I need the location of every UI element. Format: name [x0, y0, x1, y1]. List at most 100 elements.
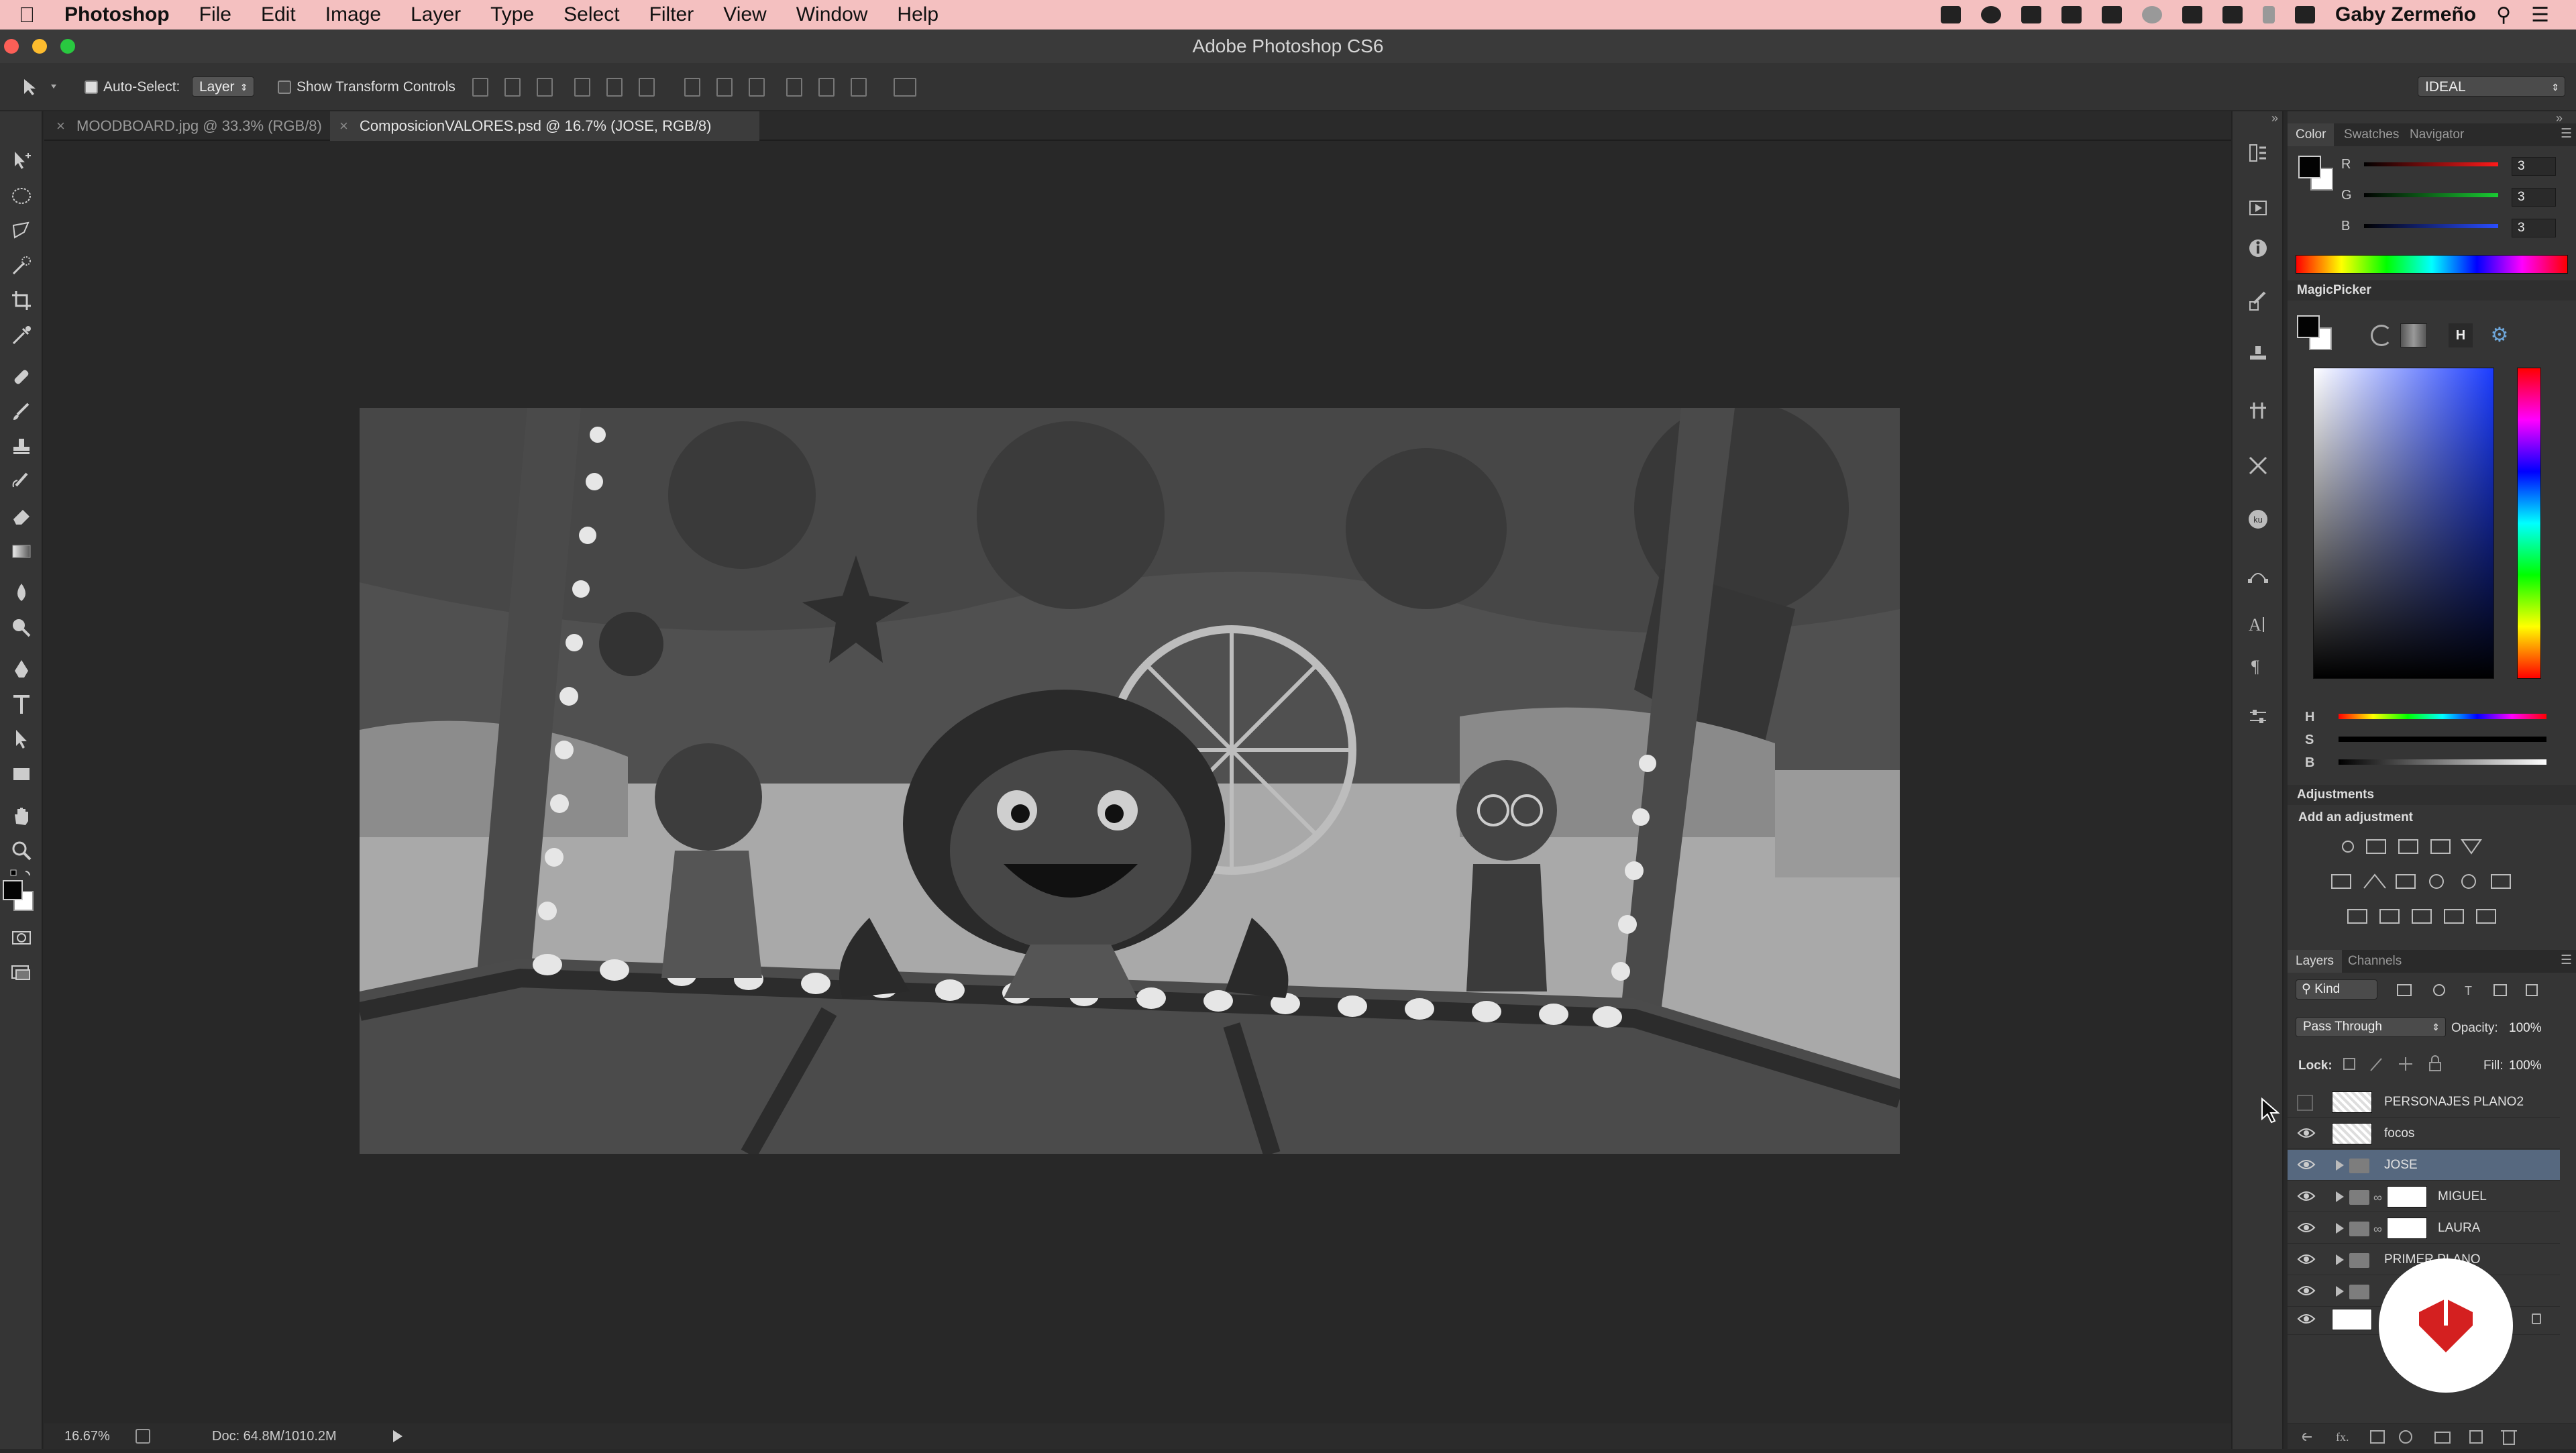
layer-name[interactable]: LAURA: [2438, 1213, 2480, 1244]
doc-tab-composicion[interactable]: × ComposicionVALORES.psd @ 16.7% (JOSE, …: [330, 111, 759, 141]
layer-row[interactable]: ∞ LAURA: [2288, 1213, 2560, 1244]
tab-layers[interactable]: Layers: [2288, 950, 2343, 973]
close-tab-icon[interactable]: ×: [56, 111, 65, 141]
notification-center-icon[interactable]: ☰: [2531, 3, 2549, 27]
spotlight-search-icon[interactable]: ⚲: [2496, 3, 2511, 27]
green-value[interactable]: 3: [2512, 188, 2556, 207]
eyedropper-tool-icon[interactable]: [9, 323, 34, 347]
menu-type[interactable]: Type: [490, 3, 534, 26]
layer-name[interactable]: PERSONAJES PLANO2: [2384, 1087, 2524, 1118]
record-icon[interactable]: [1981, 6, 2002, 23]
mp-fg-swatch[interactable]: [2297, 315, 2320, 338]
status-info-icon[interactable]: [136, 1429, 150, 1444]
expand-group-icon[interactable]: [2336, 1223, 2344, 1234]
tools-panel-icon[interactable]: [2246, 453, 2270, 478]
align-horizontal-centers-button[interactable]: [606, 78, 623, 97]
layer-visibility-toggle[interactable]: [2297, 1095, 2313, 1111]
tab-color[interactable]: Color: [2288, 123, 2334, 146]
color-spectrum-bar[interactable]: [2296, 255, 2568, 274]
menu-file[interactable]: File: [199, 3, 231, 26]
apple-icon[interactable]: : [19, 3, 35, 28]
auto-select-toggle[interactable]: Auto-Select:: [85, 76, 180, 98]
mp-hue-strip[interactable]: [2517, 368, 2541, 679]
menu-layer[interactable]: Layer: [411, 3, 461, 26]
magicpicker-header[interactable]: MagicPicker: [2288, 280, 2576, 301]
layer-name[interactable]: MIGUEL: [2438, 1181, 2487, 1212]
auto-select-dropdown[interactable]: Layer ⇕: [192, 76, 254, 98]
minimize-window-button[interactable]: [32, 39, 47, 54]
expand-group-icon[interactable]: [2336, 1160, 2344, 1171]
blue-slider[interactable]: [2364, 224, 2498, 228]
distribute-vcenter-button[interactable]: [716, 78, 733, 97]
history-brush-tool-icon[interactable]: [9, 470, 34, 494]
status-icon-4[interactable]: [2061, 6, 2082, 23]
mp-s-slider[interactable]: [2339, 737, 2546, 742]
type-tool-icon[interactable]: [9, 692, 34, 716]
move-tool-icon[interactable]: [9, 149, 34, 173]
zoom-level-field[interactable]: 16.67%: [64, 1429, 110, 1444]
brush-tool-icon[interactable]: [9, 400, 34, 424]
doc-tab-moodboard[interactable]: × MOODBOARD.jpg @ 33.3% (RGB/8): [47, 111, 329, 141]
tool-presets-panel-icon[interactable]: [2246, 398, 2270, 423]
rectangle-tool-icon[interactable]: [9, 762, 34, 786]
menu-help[interactable]: Help: [897, 3, 938, 26]
layer-name[interactable]: focos: [2384, 1118, 2414, 1149]
layers-panel-menu-icon[interactable]: ☰: [2561, 953, 2572, 968]
paragraph-panel-icon[interactable]: ¶: [2246, 653, 2270, 678]
pen-tool-icon[interactable]: [9, 657, 34, 682]
default-colors-icon[interactable]: [9, 863, 34, 876]
kuler-panel-icon[interactable]: ku: [2246, 507, 2270, 531]
align-right-edges-button[interactable]: [639, 78, 655, 97]
auto-align-layers-button[interactable]: [894, 78, 916, 97]
brush-presets-panel-icon[interactable]: [2246, 288, 2270, 313]
opacity-value[interactable]: 100%: [2509, 1021, 2542, 1036]
expand-group-icon[interactable]: [2336, 1286, 2344, 1297]
align-bottom-edges-button[interactable]: [537, 78, 553, 97]
adjustments-header[interactable]: Adjustments: [2288, 785, 2576, 805]
volume-icon[interactable]: [2182, 6, 2203, 23]
layer-name[interactable]: JOSE: [2384, 1150, 2418, 1181]
distribute-hcenter-button[interactable]: [818, 78, 835, 97]
mask-link-icon[interactable]: ∞: [2373, 1191, 2382, 1205]
align-vertical-centers-button[interactable]: [504, 78, 521, 97]
menu-window[interactable]: Window: [796, 3, 868, 26]
eye-icon[interactable]: [2297, 1221, 2316, 1234]
info-panel-icon[interactable]: [2246, 236, 2270, 260]
layer-row[interactable]: PERSONAJES PLANO2: [2288, 1087, 2560, 1118]
layer-row-selected[interactable]: JOSE: [2288, 1150, 2560, 1181]
paths-panel-icon[interactable]: [2246, 563, 2270, 588]
align-top-edges-button[interactable]: [472, 78, 488, 97]
history-panel-icon[interactable]: [2246, 141, 2270, 165]
zoom-tool-icon[interactable]: [9, 839, 34, 863]
mp-h-slider[interactable]: [2339, 714, 2546, 719]
menu-edit[interactable]: Edit: [261, 3, 296, 26]
quick-selection-tool-icon[interactable]: [9, 254, 34, 278]
eject-icon[interactable]: [2222, 6, 2243, 23]
zoom-window-button[interactable]: [60, 39, 75, 54]
red-slider[interactable]: [2364, 162, 2498, 166]
status-icon-5[interactable]: [2102, 6, 2123, 23]
fill-value[interactable]: 100%: [2509, 1059, 2542, 1073]
status-icon-3[interactable]: [2021, 6, 2042, 23]
layer-filter-icons[interactable]: T: [2395, 982, 2556, 998]
mp-wheel-mode-icon[interactable]: [2371, 325, 2392, 346]
layer-filter-kind[interactable]: ⚲ Kind: [2296, 979, 2377, 1000]
tab-navigator[interactable]: Navigator: [2402, 123, 2472, 146]
tab-channels[interactable]: Channels: [2340, 950, 2410, 973]
gradient-tool-icon[interactable]: [9, 539, 34, 563]
menu-filter[interactable]: Filter: [649, 3, 694, 26]
eye-icon[interactable]: [2297, 1284, 2316, 1297]
menu-app-name[interactable]: Photoshop: [64, 3, 170, 26]
tool-preset-picker[interactable]: [17, 76, 64, 98]
auto-select-checkbox[interactable]: [85, 80, 98, 95]
crop-tool-icon[interactable]: [9, 288, 34, 313]
align-left-edges-button[interactable]: [574, 78, 590, 97]
mp-h-button[interactable]: H: [2449, 323, 2473, 347]
screen-mode-icon[interactable]: [9, 961, 34, 985]
path-selection-tool-icon[interactable]: [9, 727, 34, 751]
healing-brush-tool-icon[interactable]: [9, 365, 34, 389]
lock-icons[interactable]: [2341, 1055, 2455, 1073]
lasso-tool-icon[interactable]: [9, 219, 34, 243]
menu-select[interactable]: Select: [564, 3, 619, 26]
eye-icon[interactable]: [2297, 1126, 2316, 1140]
